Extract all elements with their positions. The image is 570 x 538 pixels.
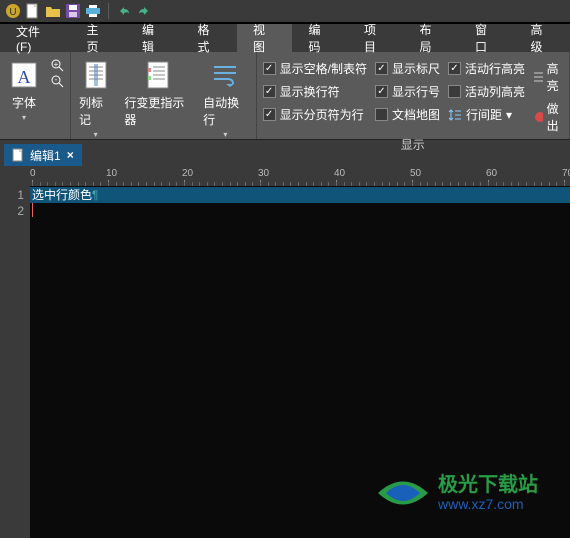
app-icon[interactable]: U xyxy=(4,2,22,20)
new-file-icon[interactable] xyxy=(24,2,42,20)
line-number: 2 xyxy=(0,203,24,219)
close-icon[interactable]: × xyxy=(67,148,74,162)
check-label: 活动行高亮 xyxy=(465,60,525,77)
ribbon-group-font: A 字体 ▾ + - xyxy=(0,52,71,139)
editor-area: 1 2 选中行颜色¶ xyxy=(0,186,570,538)
check-label: 显示标尺 xyxy=(392,60,440,77)
svg-text:+: + xyxy=(54,60,59,69)
check-label: 活动列高亮 xyxy=(465,83,525,100)
chevron-down-icon: ▾ xyxy=(22,113,26,122)
gutter-corner xyxy=(0,166,30,186)
svg-text:-: - xyxy=(55,75,58,84)
check-show-space-tab[interactable]: ✓ 显示空格/制表符 xyxy=(263,60,367,77)
check-label: 显示换行符 xyxy=(280,83,340,100)
svg-text:U: U xyxy=(9,7,16,18)
check-label: 显示行号 xyxy=(392,83,440,100)
check-show-lineno[interactable]: ✓ 显示行号 xyxy=(375,83,440,100)
document-change-icon xyxy=(142,58,174,92)
zoom-in-icon[interactable]: + xyxy=(50,58,64,72)
tab-title: 编辑1 xyxy=(30,147,61,164)
make-button[interactable]: 做出 xyxy=(533,100,563,134)
change-indicator-button[interactable]: 行变更指示器 xyxy=(122,56,193,130)
checkbox-icon xyxy=(448,85,461,98)
make-icon xyxy=(533,110,543,124)
font-label: 字体 xyxy=(12,94,36,111)
check-active-row-highlight[interactable]: ✓ 活动行高亮 xyxy=(448,60,525,77)
checkbox-icon: ✓ xyxy=(375,62,388,75)
make-label: 做出 xyxy=(547,100,563,134)
change-indicator-label: 行变更指示器 xyxy=(124,94,191,128)
menu-format[interactable]: 格式 xyxy=(181,24,237,52)
check-label: 显示分页符为行 xyxy=(280,106,364,123)
menu-layout[interactable]: 布局 xyxy=(403,24,459,52)
undo-icon[interactable] xyxy=(115,2,133,20)
print-icon[interactable] xyxy=(84,2,102,20)
document-lines-icon xyxy=(80,58,112,92)
chevron-down-icon: ▾ xyxy=(223,130,227,139)
code-text: 选中行颜色 xyxy=(32,188,92,202)
code-line: 选中行颜色¶ xyxy=(30,187,570,203)
ruler: 010203040506070 xyxy=(30,166,570,186)
document-icon xyxy=(12,148,24,162)
save-icon[interactable] xyxy=(64,2,82,20)
paragraph-mark-icon: ¶ xyxy=(92,188,98,202)
menu-window[interactable]: 窗口 xyxy=(459,24,515,52)
ribbon-group-display: ✓ 显示空格/制表符 ✓ 显示换行符 ✓ 显示分页符为行 xyxy=(257,52,570,139)
check-label: 文档地图 xyxy=(392,106,440,123)
open-file-icon[interactable] xyxy=(44,2,62,20)
redo-icon[interactable] xyxy=(135,2,153,20)
checkbox-icon xyxy=(375,108,388,121)
ribbon-group-markers: 列标记 ▾ 行变更指示器 自动换行 ▾ xyxy=(71,52,257,139)
zoom-out-icon[interactable]: - xyxy=(50,74,64,88)
font-button[interactable]: A 字体 ▾ xyxy=(6,56,42,124)
document-tab[interactable]: 编辑1 × xyxy=(4,144,82,166)
menu-view[interactable]: 视图 xyxy=(237,24,293,52)
font-icon: A xyxy=(8,58,40,92)
col-marker-label: 列标记 xyxy=(79,94,112,128)
checkbox-icon: ✓ xyxy=(263,62,276,75)
menu-file[interactable]: 文件(F) xyxy=(0,24,70,52)
ribbon-group-display-label: 显示 xyxy=(263,134,563,155)
menu-encoding[interactable]: 编码 xyxy=(292,24,348,52)
menu-advanced[interactable]: 高级 xyxy=(514,24,570,52)
checkbox-icon: ✓ xyxy=(448,62,461,75)
line-number-gutter: 1 2 xyxy=(0,186,30,538)
highlight-label: 高亮 xyxy=(547,60,563,94)
line-number: 1 xyxy=(0,187,24,203)
menu-bar: 文件(F) 主页 编辑 格式 视图 编码 项目 布局 窗口 高级 xyxy=(0,24,570,52)
menu-home[interactable]: 主页 xyxy=(70,24,126,52)
auto-wrap-button[interactable]: 自动换行 ▾ xyxy=(201,56,250,141)
menu-edit[interactable]: 编辑 xyxy=(126,24,182,52)
check-active-col-highlight[interactable]: 活动列高亮 xyxy=(448,83,525,100)
chevron-down-icon: ▾ xyxy=(94,130,98,139)
line-spacing-button[interactable]: 行间距 ▾ xyxy=(448,106,512,123)
code-line xyxy=(30,203,570,219)
caret-icon xyxy=(32,203,33,217)
check-label: 显示空格/制表符 xyxy=(280,60,367,77)
highlight-icon xyxy=(533,70,543,84)
checkbox-icon: ✓ xyxy=(263,108,276,121)
svg-text:A: A xyxy=(18,67,31,87)
chevron-down-icon: ▾ xyxy=(506,108,512,122)
ribbon: A 字体 ▾ + - 列标记 ▾ 行 xyxy=(0,52,570,140)
check-doc-map[interactable]: 文档地图 xyxy=(375,106,440,123)
ruler-area: 010203040506070 xyxy=(0,166,570,186)
check-show-linebreak[interactable]: ✓ 显示换行符 xyxy=(263,83,340,100)
col-marker-button[interactable]: 列标记 ▾ xyxy=(77,56,114,141)
line-spacing-label: 行间距 xyxy=(466,106,502,123)
highlight-button[interactable]: 高亮 xyxy=(533,60,563,94)
code-editor[interactable]: 选中行颜色¶ xyxy=(30,186,570,538)
auto-wrap-label: 自动换行 xyxy=(203,94,248,128)
checkbox-icon: ✓ xyxy=(263,85,276,98)
checkbox-icon: ✓ xyxy=(375,85,388,98)
separator xyxy=(108,3,109,19)
line-spacing-icon xyxy=(448,108,462,122)
check-show-pagebreak[interactable]: ✓ 显示分页符为行 xyxy=(263,106,364,123)
wrap-icon xyxy=(209,58,241,92)
check-show-ruler[interactable]: ✓ 显示标尺 xyxy=(375,60,440,77)
menu-project[interactable]: 项目 xyxy=(348,24,404,52)
